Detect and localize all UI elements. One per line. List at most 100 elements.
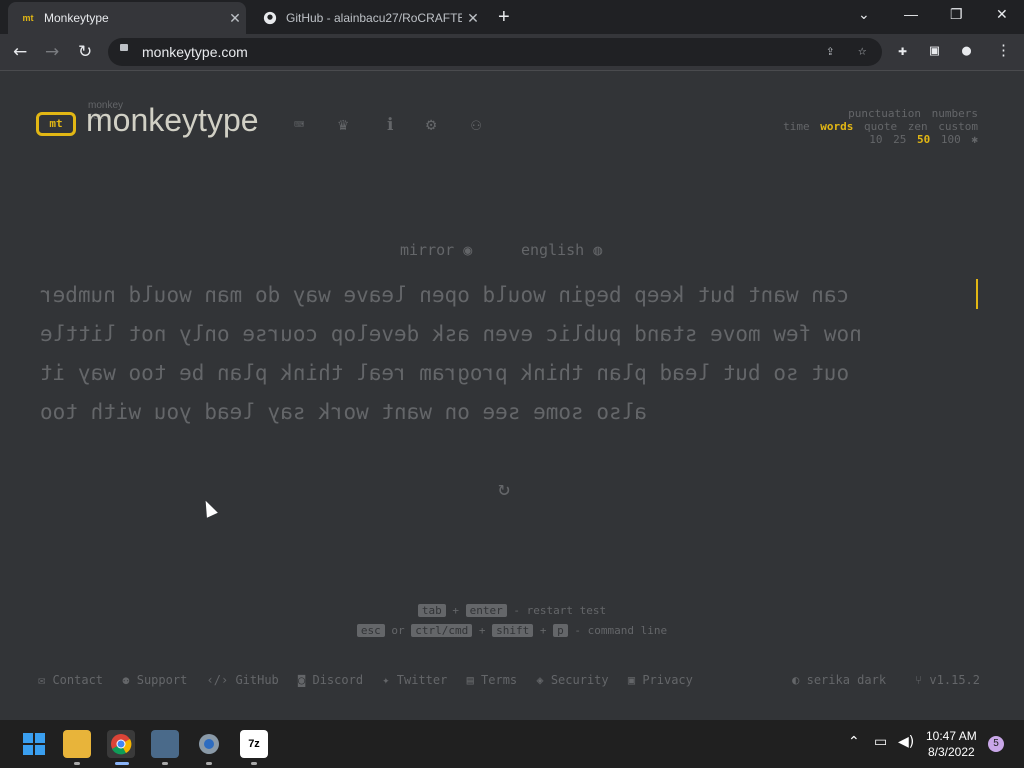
wrench-icon[interactable]: ✱: [971, 133, 978, 146]
footer-security-link[interactable]: ◈ Security: [536, 673, 608, 687]
words-line: can want but keep begin would open leave…: [40, 283, 850, 307]
tab-github[interactable]: GitHub - alainbacu27/RoCRAFTER ✕: [250, 2, 484, 34]
forward-icon[interactable]: →: [45, 42, 59, 62]
config-row-word-counts: 10 25 50 100 ✱: [865, 133, 978, 146]
profile-icon[interactable]: ●: [962, 41, 971, 59]
mode-quote[interactable]: quote: [864, 120, 897, 133]
key-ctrl: ctrl/cmd: [411, 624, 473, 637]
settings-icon[interactable]: ⚙: [426, 115, 436, 135]
tab-monkeytype[interactable]: mt Monkeytype ✕: [8, 2, 246, 34]
clock-date: 8/3/2022: [927, 745, 975, 759]
url-text: monkeytype.com: [142, 44, 248, 60]
footer-terms-link[interactable]: ▤ Terms: [467, 673, 518, 687]
word-count-50[interactable]: 50: [917, 133, 930, 146]
hint-command-text: - command line: [574, 624, 668, 637]
volume-icon[interactable]: ◀): [898, 734, 914, 750]
mode-words[interactable]: words: [820, 120, 853, 133]
reload-icon[interactable]: ↻: [78, 42, 92, 62]
numbers-toggle[interactable]: numbers: [932, 107, 978, 120]
punctuation-toggle[interactable]: punctuation: [848, 107, 921, 120]
github-icon: [262, 10, 278, 26]
key-p: p: [553, 624, 568, 637]
browser-toolbar: ← → ↻ monkeytype.com ⇪ ☆ ✚ ▣ ● ⋮: [0, 34, 1024, 71]
restart-icon[interactable]: ↻: [498, 476, 510, 500]
running-indicator: [162, 762, 168, 765]
window-close-icon[interactable]: ✕: [996, 6, 1008, 23]
clock[interactable]: 10:47 AM 8/3/2022: [926, 728, 977, 760]
mode-zen[interactable]: zen: [908, 120, 928, 133]
footer-github-link[interactable]: ‹/› GitHub: [207, 673, 279, 687]
mirror-mode-indicator[interactable]: mirror ◉: [400, 241, 472, 259]
mirror-label: mirror: [400, 241, 455, 259]
hint-plus: +: [452, 604, 460, 617]
config-row-modes: time words quote zen custom: [779, 120, 978, 133]
7zip-icon[interactable]: 7z: [240, 730, 268, 758]
browser-tab-bar: mt Monkeytype ✕ GitHub - alainbacu27/RoC…: [0, 0, 1024, 34]
link-label: Discord: [312, 673, 364, 687]
gamepad-icon: ◉: [463, 241, 473, 259]
address-bar[interactable]: monkeytype.com ⇪ ☆: [108, 38, 882, 66]
menu-icon[interactable]: ⋮: [996, 41, 1011, 59]
extensions-icon[interactable]: ✚: [898, 41, 907, 59]
share-icon[interactable]: ⇪: [826, 43, 834, 59]
footer-right: ◐ serika dark ⑂ v1.15.2: [792, 673, 980, 687]
theme-button[interactable]: ◐ serika dark: [792, 673, 886, 687]
restart-hint: tab + enter - restart test: [0, 604, 1024, 617]
notification-badge[interactable]: 5: [988, 736, 1004, 752]
logo-badge: mt: [36, 112, 76, 136]
mode-time[interactable]: time: [783, 120, 810, 133]
footer-contact-link[interactable]: ✉ Contact: [38, 673, 103, 687]
crown-icon[interactable]: ♛: [338, 115, 348, 135]
monkeytype-page: mt monkey see monkeytype ⌨ ♛ ℹ ⚙ ⚇ punct…: [0, 71, 1024, 720]
mode-custom[interactable]: custom: [938, 120, 978, 133]
hint-or: or: [391, 624, 405, 637]
config-row-toggles: punctuation numbers: [844, 107, 978, 120]
new-tab-icon[interactable]: +: [498, 6, 510, 29]
active-indicator: [115, 762, 129, 765]
key-tab: tab: [417, 604, 446, 617]
user-icon[interactable]: ⚇: [471, 115, 481, 135]
logo-text: monkeytype: [86, 102, 259, 138]
words-line: out so but lead plan think program real …: [40, 361, 850, 385]
network-icon[interactable]: ▭: [874, 734, 887, 750]
tab-search-icon[interactable]: ⌄: [858, 6, 870, 23]
word-count-25[interactable]: 25: [893, 133, 906, 146]
language-selector[interactable]: english ◍: [521, 241, 602, 259]
settings-gear-icon[interactable]: [195, 730, 223, 758]
clock-time: 10:47 AM: [926, 729, 977, 743]
lock-icon: [120, 44, 128, 51]
back-icon[interactable]: ←: [13, 42, 27, 62]
version-button[interactable]: ⑂ v1.15.2: [915, 673, 980, 687]
restore-icon[interactable]: ❐: [950, 6, 963, 23]
start-icon[interactable]: [20, 730, 48, 758]
link-label: Twitter: [396, 673, 448, 687]
words-line: now few move stand public even ask devel…: [40, 322, 862, 346]
footer-privacy-link[interactable]: ▣ Privacy: [628, 673, 693, 687]
version-label: v1.15.2: [929, 673, 980, 687]
word-count-100[interactable]: 100: [941, 133, 961, 146]
chrome-icon[interactable]: [107, 730, 135, 758]
footer-twitter-link[interactable]: ✦ Twitter: [382, 673, 447, 687]
bookmark-star-icon[interactable]: ☆: [858, 43, 866, 59]
calculator-icon[interactable]: [151, 730, 179, 758]
word-count-10[interactable]: 10: [869, 133, 882, 146]
language-label: english: [521, 241, 585, 259]
footer-support-link[interactable]: ⚉ Support: [122, 673, 187, 687]
close-tab-icon[interactable]: ✕: [462, 10, 484, 27]
close-tab-icon[interactable]: ✕: [224, 10, 246, 27]
keyboard-icon[interactable]: ⌨: [294, 115, 304, 135]
side-panel-icon[interactable]: ▣: [930, 41, 939, 59]
footer-links: ✉ Contact ⚉ Support ‹/› GitHub ◙ Discord…: [38, 673, 705, 687]
tray-overflow-icon[interactable]: ⌃: [848, 734, 860, 750]
tab-title: GitHub - alainbacu27/RoCRAFTER: [286, 11, 462, 25]
running-indicator: [74, 762, 80, 765]
footer-discord-link[interactable]: ◙ Discord: [298, 673, 363, 687]
globe-icon: ◍: [593, 241, 603, 259]
key-shift: shift: [492, 624, 534, 637]
windows-taskbar: 7z ⌃ ▭ ◀) 10:47 AM 8/3/2022 5: [0, 720, 1024, 768]
info-icon[interactable]: ℹ: [387, 115, 393, 135]
file-explorer-icon[interactable]: [63, 730, 91, 758]
words-area[interactable]: can want but keep begin would open leave…: [40, 276, 980, 432]
minimize-icon[interactable]: —: [904, 6, 918, 22]
key-esc: esc: [356, 624, 385, 637]
